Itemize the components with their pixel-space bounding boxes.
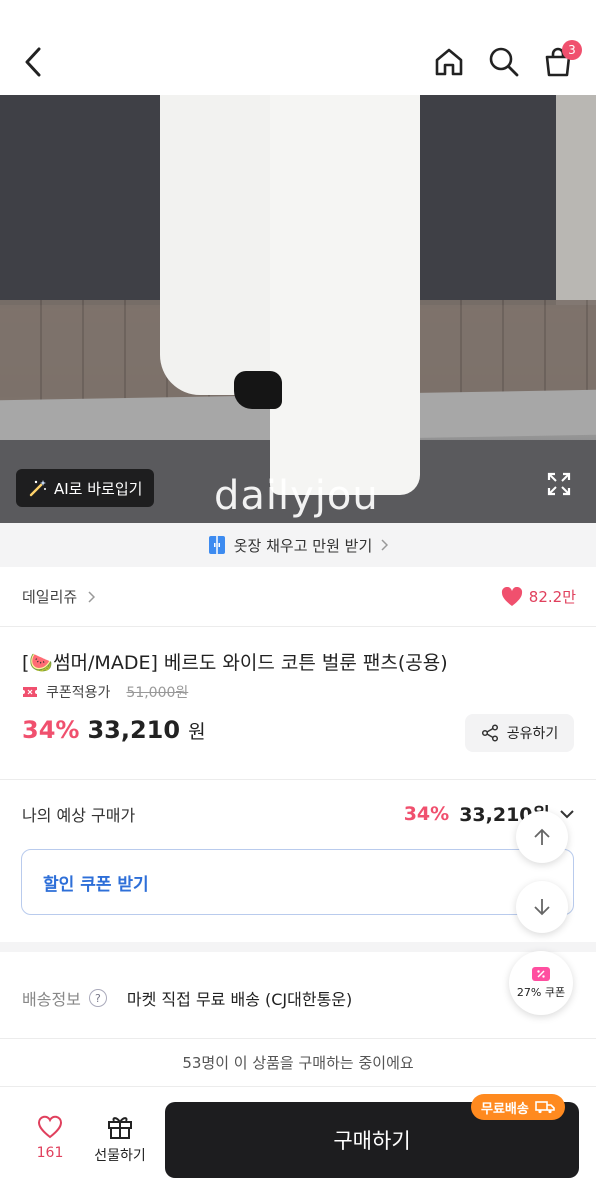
home-button[interactable] — [429, 42, 469, 82]
heart-outline-icon — [37, 1115, 63, 1139]
expand-icon — [547, 472, 571, 496]
share-icon — [481, 724, 498, 742]
truck-icon — [535, 1101, 555, 1114]
top-bar: 3 — [0, 0, 596, 95]
search-icon — [489, 47, 519, 77]
chevron-left-icon — [25, 47, 41, 77]
share-button[interactable]: 공유하기 — [465, 714, 574, 752]
wardrobe-icon — [208, 536, 225, 554]
image-pant-leg-right — [270, 95, 420, 495]
product-title: [🍉썸머/MADE] 베르도 와이드 코튼 벌룬 팬츠(공용) — [22, 652, 448, 674]
get-coupon-label: 할인 쿠폰 받기 — [43, 874, 149, 895]
expand-image-button[interactable] — [546, 471, 572, 497]
free-shipping-badge: 무료배송 — [471, 1094, 565, 1120]
magic-wand-icon — [29, 480, 46, 497]
ai-try-on-button[interactable]: AI로 바로입기 — [16, 469, 155, 507]
brand-row: 데일리쥬 82.2만 — [0, 567, 596, 627]
like-count: 82.2만 — [528, 588, 576, 606]
shipping-label: 배송정보 — [22, 990, 81, 1009]
coupon-price-row: 쿠폰적용가 51,000원 — [22, 682, 188, 702]
chevron-right-icon — [88, 590, 96, 603]
section-separator — [0, 942, 596, 952]
original-price: 51,000원 — [126, 685, 189, 701]
product-image[interactable]: AI로 바로입기 dailyjou — [0, 95, 596, 523]
brand-link[interactable]: 데일리쥬 — [22, 586, 96, 607]
help-icon[interactable]: ? — [88, 989, 107, 1007]
expected-discount: 34% — [403, 802, 450, 825]
chevron-down-icon — [560, 809, 574, 818]
cart-count-badge: 3 — [562, 40, 582, 60]
chevron-right-icon — [381, 539, 389, 551]
gift-label: 선물하기 — [94, 1148, 146, 1164]
image-pant-leg-left — [160, 95, 285, 395]
coupon-float-label: 27% 쿠폰 — [516, 986, 566, 999]
arrow-up-icon — [534, 828, 550, 845]
closet-promo-banner[interactable]: 옷장 채우고 만원 받기 — [0, 523, 596, 567]
percent-ticket-icon — [532, 967, 550, 981]
expected-price-label: 나의 예상 구매가 — [22, 805, 136, 825]
gift-icon — [108, 1117, 132, 1139]
back-button[interactable] — [16, 42, 50, 82]
coupon-floating-button[interactable]: 27% 쿠폰 — [509, 951, 573, 1015]
arrow-down-icon — [534, 899, 550, 916]
promo-text: 옷장 채우고 만원 받기 — [233, 536, 373, 555]
shipping-info-row: 배송정보 ? 마켓 직접 무료 배송 (CJ대한통운) — [22, 986, 352, 1010]
coupon-price-label: 쿠폰적용가 — [46, 685, 111, 701]
discount-rate: 34% — [22, 716, 80, 744]
price-row: 34% 33,210 원 — [22, 716, 206, 744]
get-coupon-button[interactable]: 할인 쿠폰 받기 — [21, 849, 574, 915]
shipping-value: 마켓 직접 무료 배송 (CJ대한통운) — [126, 990, 353, 1009]
cart-button[interactable]: 3 — [538, 40, 582, 82]
currency-unit: 원 — [188, 721, 206, 743]
search-button[interactable] — [484, 42, 524, 82]
like-button[interactable]: 82.2만 — [501, 586, 576, 607]
purchase-activity-notice: 53명이 이 상품을 구매하는 중이에요 — [0, 1038, 596, 1086]
home-icon — [435, 48, 463, 76]
brand-watermark: dailyjou — [214, 473, 379, 519]
heart-filled-icon — [501, 586, 522, 606]
divider — [0, 779, 596, 780]
brand-name: 데일리쥬 — [22, 588, 78, 606]
scroll-down-button[interactable] — [516, 881, 568, 933]
scroll-up-button[interactable] — [516, 811, 568, 863]
coupon-ticket-icon — [23, 687, 37, 697]
wishlist-button[interactable]: 161 — [22, 1115, 78, 1161]
wishlist-count: 161 — [36, 1145, 64, 1161]
share-label: 공유하기 — [506, 726, 559, 742]
image-shoe — [234, 371, 282, 409]
ai-try-on-label: AI로 바로입기 — [54, 479, 143, 498]
free-shipping-label: 무료배송 — [481, 1101, 529, 1117]
sale-price: 33,210 — [87, 716, 181, 744]
gift-button[interactable]: 선물하기 — [88, 1113, 152, 1165]
buy-label: 구매하기 — [333, 1129, 411, 1153]
image-wall-edge — [556, 95, 596, 305]
expected-price-row[interactable]: 나의 예상 구매가 34% 33,210원 — [22, 800, 574, 827]
